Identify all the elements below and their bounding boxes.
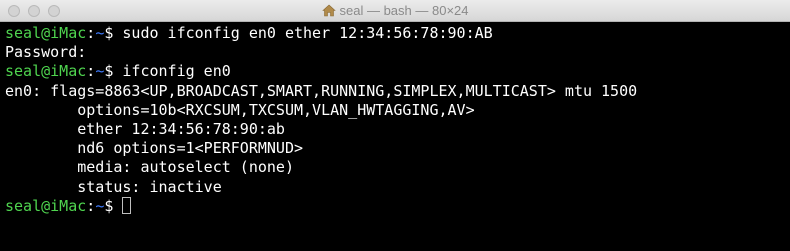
output-line: media: autoselect (none) [5, 158, 294, 177]
terminal-window: seal — bash — 80×24 seal@iMac:~$ sudo if… [0, 0, 790, 251]
prompt-separator: : [86, 196, 96, 215]
prompt-symbol: $ [104, 196, 123, 215]
output-line: ether 12:34:56:78:90:ab [5, 119, 285, 138]
output-line: nd6 options=1<PERFORMNUD> [5, 139, 304, 158]
prompt-line: seal@iMac:~$ sudo ifconfig en0 ether 12:… [5, 24, 790, 43]
output-line: en0: flags=8863<UP,BROADCAST,SMART,RUNNI… [5, 81, 638, 100]
prompt-line: seal@iMac:~$ [5, 196, 790, 216]
window-title-area: seal — bash — 80×24 [0, 0, 790, 22]
title-bar[interactable]: seal — bash — 80×24 [0, 0, 790, 22]
terminal-output[interactable]: seal@iMac:~$ sudo ifconfig en0 ether 12:… [5, 24, 790, 251]
command-text: ifconfig en0 [122, 62, 231, 81]
prompt-path: ~ [95, 196, 105, 215]
command-text: sudo ifconfig en0 ether 12:34:56:78:90:A… [122, 24, 493, 42]
window-title: seal — bash — 80×24 [339, 3, 469, 18]
output-line: Password: [5, 43, 87, 62]
prompt-symbol: $ [104, 24, 123, 42]
prompt-separator: : [86, 24, 96, 42]
prompt-line: seal@iMac:~$ ifconfig en0 [5, 62, 790, 81]
prompt-path: ~ [95, 24, 105, 42]
prompt-separator: : [86, 62, 96, 81]
home-icon [321, 2, 336, 24]
prompt-user-host: seal@iMac [5, 62, 87, 81]
prompt-user-host: seal@iMac [5, 24, 87, 42]
prompt-path: ~ [95, 62, 105, 81]
output-line: status: inactive [5, 177, 222, 196]
prompt-symbol: $ [104, 62, 123, 81]
prompt-user-host: seal@iMac [5, 196, 87, 215]
output-line: options=10b<RXCSUM,TXCSUM,VLAN_HWTAGGING… [5, 100, 475, 119]
text-cursor[interactable] [122, 196, 132, 214]
